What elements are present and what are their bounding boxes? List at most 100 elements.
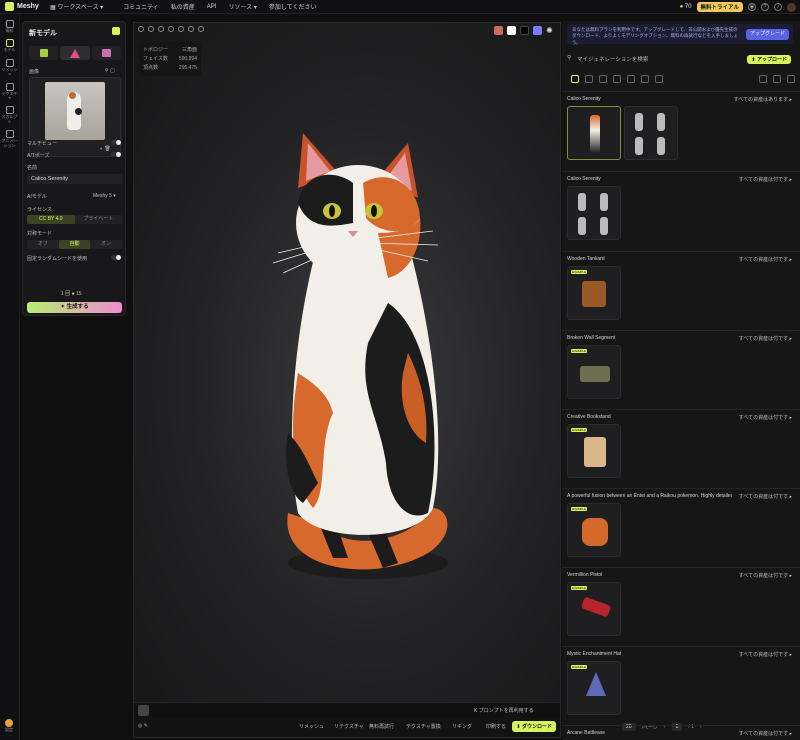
item-thumbnail[interactable]: EXAMPLE: [567, 424, 621, 478]
material-icon[interactable]: [168, 26, 174, 32]
image-tools[interactable]: ◐ 🗑: [100, 146, 111, 152]
search-input[interactable]: ⚲ マイジェネレーションを検索 ⬆ アップロード: [567, 55, 793, 65]
generation-item[interactable]: Vermillion Pistol すべての資産は付です ▸ EXAMPLE: [562, 567, 800, 646]
generation-item[interactable]: Creative Bookstand すべての資産は付です ▸ EXAMPLE: [562, 409, 800, 488]
rail-item-remesh[interactable]: リメッシュ: [0, 58, 19, 77]
rail-item-animation[interactable]: アニメーション: [0, 130, 19, 148]
item-thumbnail[interactable]: EXAMPLE: [567, 345, 621, 399]
item-thumbnail[interactable]: [567, 186, 621, 240]
item-link[interactable]: すべての資産はあります ▸: [734, 96, 792, 103]
remesh-button[interactable]: リメッシュ: [299, 723, 324, 730]
rail-item-sculpt[interactable]: スカルプト: [0, 106, 19, 124]
chat-icon[interactable]: [773, 75, 781, 83]
discord-icon[interactable]: ◉: [748, 3, 756, 11]
item-thumbnail[interactable]: EXAMPLE: [567, 503, 621, 557]
nav-resources[interactable]: リソース ▾: [228, 2, 256, 11]
item-link[interactable]: すべての資産は付です ▸: [739, 256, 792, 263]
filter-text-icon[interactable]: [585, 75, 593, 83]
item-thumbnail[interactable]: EXAMPLE: [567, 661, 621, 715]
generation-item[interactable]: Calico Serenity すべての資産はあります ▸: [562, 91, 800, 171]
multiview-toggle[interactable]: [111, 140, 121, 145]
avatar[interactable]: [787, 2, 796, 12]
view-toggle-icon[interactable]: ◎ ✎: [138, 723, 148, 729]
free-trial-button[interactable]: 無料トライアル: [696, 2, 743, 12]
filter-multi-icon[interactable]: [613, 75, 621, 83]
item-thumbnail[interactable]: [624, 106, 678, 160]
model-viewport[interactable]: ✺ トポロジー 三角面 フェイス数 590,994 頂点数 295,475 K …: [133, 22, 561, 738]
texture-swatch-icon[interactable]: [494, 26, 503, 35]
retexture-button[interactable]: リテクスチャ: [334, 723, 364, 730]
apose-toggle[interactable]: [111, 152, 121, 157]
rail-item-model[interactable]: モデル: [0, 39, 19, 52]
rail-item-settings[interactable]: 設定: [5, 718, 13, 732]
swatch-purple[interactable]: [533, 26, 542, 35]
print-button[interactable]: 印刷する: [486, 723, 506, 730]
item-link[interactable]: すべての資産は付です ▸: [739, 414, 792, 421]
grid-toggle-icon[interactable]: [188, 26, 194, 32]
mode-image-to-3d[interactable]: [60, 46, 90, 60]
item-thumbnail[interactable]: EXAMPLE: [567, 582, 621, 636]
symmetry-off[interactable]: オフ: [27, 240, 59, 249]
bell-icon[interactable]: ♪: [774, 3, 782, 11]
filter-texture-icon[interactable]: [627, 75, 635, 83]
wireframe-icon[interactable]: [148, 26, 154, 32]
panel-badge-icon[interactable]: [112, 27, 120, 35]
generation-item[interactable]: Wooden Tankard すべての資産は付です ▸ EXAMPLE: [562, 251, 800, 330]
nav-workspace[interactable]: ▦ ワークスペース ▾: [50, 2, 103, 11]
filter-anim-icon[interactable]: [655, 75, 663, 83]
reset-view-icon[interactable]: [198, 26, 204, 32]
rigging-button[interactable]: リギング: [452, 723, 472, 730]
nav-assets[interactable]: 私の資産: [171, 2, 195, 11]
symmetry-auto[interactable]: 自動: [58, 240, 91, 249]
name-input[interactable]: Calico Serenity: [27, 174, 122, 184]
ai-model-select[interactable]: Meshy 5 ▾: [93, 193, 116, 199]
help-icon[interactable]: ?: [761, 3, 769, 11]
seed-toggle[interactable]: [111, 255, 121, 260]
pin-icon[interactable]: ⚲ ▢: [105, 68, 115, 74]
rail-item-assets[interactable]: 資料: [0, 20, 19, 33]
generation-item[interactable]: Broken Wall Segment すべての資産は付です ▸ EXAMPLE: [562, 330, 800, 409]
source-thumbnail[interactable]: [138, 705, 149, 716]
item-link[interactable]: すべての資産は付です ▸: [739, 651, 792, 658]
shading-icon[interactable]: [158, 26, 164, 32]
generate-button[interactable]: ✦ 生成する: [27, 302, 122, 313]
generation-item[interactable]: Arcane Battleaxe すべての資産は付です ▸: [562, 725, 800, 740]
filter-remesh-icon[interactable]: [641, 75, 649, 83]
license-cc-by[interactable]: CC BY 4.0: [27, 215, 75, 224]
generation-item[interactable]: Mystic Enchantment Hat すべての資産は付です ▸ EXAM…: [562, 646, 800, 725]
prompt-reuse[interactable]: K プロンプトを再利用する: [474, 707, 534, 714]
light-icon[interactable]: [178, 26, 184, 32]
generation-item[interactable]: Calico Serenity すべての資産は付です ▸: [562, 171, 800, 251]
meshy-logo[interactable]: Meshy: [0, 2, 48, 11]
texture-replace-button[interactable]: テクスチャ置換: [406, 723, 441, 730]
mode-multi-image[interactable]: [91, 46, 121, 60]
item-link[interactable]: すべての資産は付です ▸: [739, 335, 792, 342]
nav-api[interactable]: API: [207, 4, 217, 10]
swatch-black[interactable]: [520, 26, 529, 35]
item-link[interactable]: すべての資産は付です ▸: [739, 493, 792, 500]
generation-item[interactable]: A powerful fusion between an Entei and a…: [562, 488, 800, 567]
upload-button[interactable]: ⬆ アップロード: [747, 55, 791, 64]
nav-community[interactable]: コミュニティ: [123, 2, 159, 11]
item-link[interactable]: すべての資産は付です ▸: [739, 730, 792, 737]
nav-join[interactable]: 参加してください: [269, 2, 317, 11]
select-icon[interactable]: [759, 75, 767, 83]
item-link[interactable]: すべての資産は付です ▸: [739, 572, 792, 579]
credit-count[interactable]: ● 70: [680, 4, 692, 10]
item-link[interactable]: すべての資産は付です ▸: [739, 176, 792, 183]
mode-text-to-3d[interactable]: [29, 46, 59, 60]
free-retry-button[interactable]: 無料再試行: [369, 723, 394, 730]
filter-all-icon[interactable]: [571, 75, 579, 83]
expand-icon[interactable]: [787, 75, 795, 83]
sun-icon[interactable]: ✺: [546, 26, 555, 35]
download-button[interactable]: ⬇ ダウンロード: [512, 721, 556, 732]
item-thumbnail[interactable]: EXAMPLE: [567, 266, 621, 320]
item-thumbnail[interactable]: [567, 106, 621, 160]
symmetry-on[interactable]: オン: [90, 240, 122, 249]
upgrade-button[interactable]: アップグレード: [745, 29, 789, 40]
rail-item-texture[interactable]: テクスチャ: [0, 82, 19, 101]
filter-image-icon[interactable]: [599, 75, 607, 83]
view-icon[interactable]: [138, 26, 144, 32]
swatch-white[interactable]: [507, 26, 516, 35]
license-private[interactable]: プライベート: [75, 215, 123, 224]
